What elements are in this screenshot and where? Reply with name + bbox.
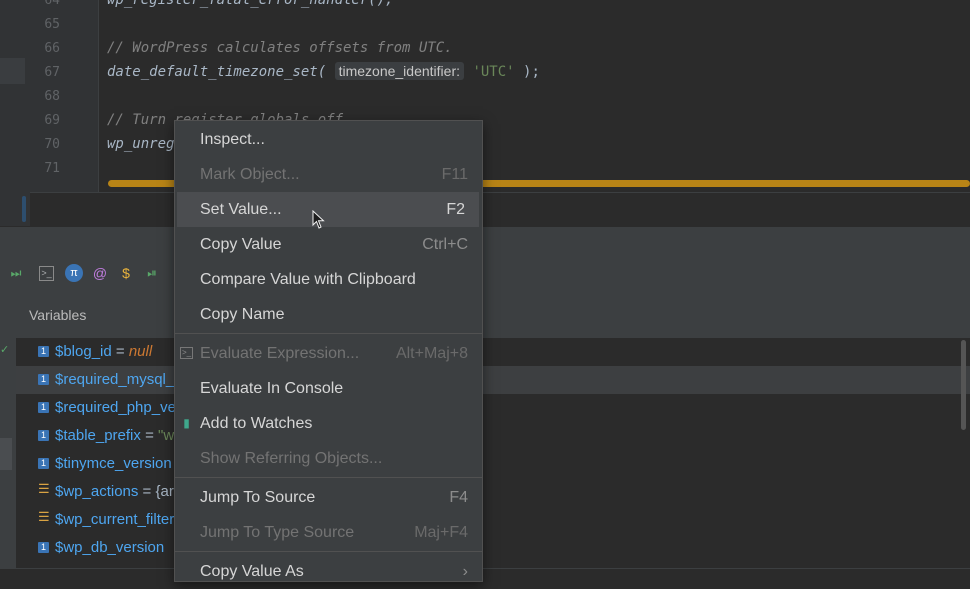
- menu-item-copy-value-as[interactable]: Copy Value As ›: [175, 554, 482, 589]
- scalar-icon: 1: [38, 402, 49, 413]
- menu-separator: [175, 477, 482, 478]
- menu-item-label: Set Value...: [200, 201, 282, 218]
- code-line[interactable]: date_default_timezone_set( timezone_iden…: [107, 62, 540, 80]
- menu-item-label: Compare Value with Clipboard: [200, 271, 416, 288]
- menu-item-label: Copy Name: [200, 306, 285, 323]
- debug-toolbar: ⏭ >_ π @ $ ⏯: [0, 260, 175, 288]
- scalar-icon: 1: [38, 430, 49, 441]
- menu-item-label: Copy Value As: [200, 563, 304, 580]
- line-number: 69: [44, 113, 60, 128]
- tool-strip-highlight: [0, 58, 25, 84]
- submenu-arrow-icon: ›: [462, 563, 468, 580]
- play-pause-icon[interactable]: ⏯: [143, 264, 161, 282]
- menu-item-label: Show Referring Objects...: [200, 450, 383, 467]
- menu-item-copy-value[interactable]: Copy Value Ctrl+C: [175, 227, 482, 262]
- console-icon[interactable]: >_: [39, 266, 54, 281]
- variables-title: Variables: [29, 307, 87, 323]
- variable-name: $wp_actions: [55, 483, 139, 500]
- scalar-icon: 1: [38, 542, 49, 553]
- variable-row[interactable]: 1 $required_php_version: [16, 394, 970, 422]
- menu-item-show-referring[interactable]: Show Referring Objects...: [175, 441, 482, 476]
- line-number: 71: [44, 161, 60, 176]
- scalar-icon: 1: [38, 374, 49, 385]
- pi-icon[interactable]: π: [65, 264, 83, 282]
- variable-row[interactable]: 1 $blog_id = null: [16, 338, 970, 366]
- menu-item-label: Evaluate In Console: [200, 380, 344, 397]
- line-number: 64: [44, 0, 60, 8]
- array-icon: ☰: [38, 481, 50, 496]
- at-icon[interactable]: @: [91, 264, 109, 282]
- resume-icon[interactable]: ⏭: [7, 264, 25, 282]
- variable-row[interactable]: 1 $wp_db_version: [16, 534, 970, 562]
- menu-item-mark-object[interactable]: Mark Object... F11: [175, 157, 482, 192]
- menu-item-jump-type-source[interactable]: Jump To Type Source Maj+F4: [175, 515, 482, 550]
- variable-name: $wp_current_filter: [55, 511, 175, 528]
- menu-item-add-watches[interactable]: ▮ Add to Watches: [175, 406, 482, 441]
- menu-separator: [175, 333, 482, 334]
- string-literal: 'UTC': [472, 64, 515, 80]
- line-number: 68: [44, 89, 60, 104]
- menu-item-label: Add to Watches: [200, 415, 313, 432]
- context-menu: Inspect... Mark Object... F11 Set Value.…: [174, 120, 483, 582]
- variable-name: $table_prefix: [55, 427, 141, 444]
- variable-value: null: [128, 343, 153, 360]
- code-end: );: [523, 64, 540, 80]
- side-selection: [0, 438, 12, 470]
- menu-item-jump-source[interactable]: Jump To Source F4: [175, 480, 482, 515]
- menu-item-copy-name[interactable]: Copy Name: [175, 297, 482, 332]
- mouse-cursor-icon: [312, 210, 325, 229]
- variable-name: $blog_id: [55, 343, 112, 360]
- line-number: 67: [44, 65, 60, 80]
- menu-item-evaluate-console[interactable]: Evaluate In Console: [175, 371, 482, 406]
- menu-item-shortcut: F11: [441, 166, 468, 183]
- menu-item-label: Jump To Type Source: [200, 524, 355, 541]
- scalar-icon: 1: [38, 458, 49, 469]
- code-line[interactable]: wp_register_fatal_error_handler();: [107, 0, 394, 8]
- menu-item-label: Jump To Source: [200, 489, 316, 506]
- vertical-scrollbar[interactable]: [961, 340, 966, 430]
- variable-name: $wp_db_version: [55, 539, 165, 556]
- menu-item-label: Mark Object...: [200, 166, 300, 183]
- bookmark-marker: [22, 196, 26, 222]
- variable-row[interactable]: 1 $required_mysql_version: [16, 366, 970, 394]
- menu-separator: [175, 551, 482, 552]
- menu-item-label: Evaluate Expression...: [200, 345, 360, 362]
- dollar-icon[interactable]: $: [117, 264, 135, 282]
- line-number: 70: [44, 137, 60, 152]
- menu-item-shortcut: Ctrl+C: [422, 236, 468, 253]
- menu-item-compare-value[interactable]: Compare Value with Clipboard: [175, 262, 482, 297]
- left-tool-strip: [0, 0, 30, 226]
- check-icon: ✓: [0, 344, 10, 356]
- variables-list[interactable]: 1 $blog_id = null 1 $required_mysql_vers…: [16, 338, 970, 568]
- variable-row[interactable]: ☰ $wp_actions = {array}: [16, 478, 970, 506]
- variable-row[interactable]: ☰ $wp_current_filter: [16, 506, 970, 534]
- evaluate-icon: >_: [180, 347, 193, 359]
- menu-item-label: Inspect...: [200, 131, 265, 148]
- array-icon: ☰: [38, 509, 50, 524]
- variable-row[interactable]: 1 $table_prefix = "wp_": [16, 422, 970, 450]
- parameter-hint: timezone_identifier:: [334, 62, 464, 80]
- watch-icon: ▮: [183, 416, 190, 430]
- variable-name: $tinymce_version: [55, 455, 172, 472]
- menu-item-evaluate-expression[interactable]: >_ Evaluate Expression... Alt+Maj+8: [175, 336, 482, 371]
- menu-item-shortcut: Maj+F4: [414, 524, 468, 541]
- variable-sep: =: [111, 343, 129, 360]
- menu-item-shortcut: F2: [446, 201, 465, 218]
- menu-item-label: Copy Value: [200, 236, 282, 253]
- menu-item-inspect[interactable]: Inspect...: [175, 122, 482, 157]
- line-number: 66: [44, 41, 60, 56]
- menu-item-set-value[interactable]: Set Value... F2: [177, 192, 479, 227]
- variable-row[interactable]: 1 $tinymce_version: [16, 450, 970, 478]
- menu-item-shortcut: F4: [449, 489, 468, 506]
- variable-sep: =: [140, 427, 159, 444]
- function-call: date_default_timezone_set(: [107, 64, 327, 80]
- variable-sep: =: [138, 483, 156, 500]
- scalar-icon: 1: [38, 346, 49, 357]
- code-comment[interactable]: // WordPress calculates offsets from UTC…: [107, 40, 453, 56]
- menu-item-shortcut: Alt+Maj+8: [395, 345, 468, 362]
- editor-bottom-area: [30, 192, 970, 227]
- line-number: 65: [44, 17, 60, 32]
